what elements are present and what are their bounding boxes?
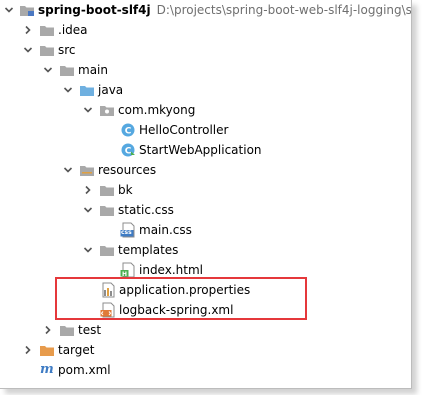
package-icon xyxy=(99,100,117,120)
tree-item-label: resources xyxy=(98,163,157,177)
tree-item-src[interactable]: src xyxy=(0,40,411,60)
tree-item-logback-xml[interactable]: logback-spring.xml xyxy=(0,300,411,320)
tree-item-label: HelloController xyxy=(139,123,229,137)
excluded-folder-icon xyxy=(39,340,57,360)
chevron-down-icon[interactable] xyxy=(23,40,37,60)
html-file-icon: H xyxy=(120,260,138,280)
svg-text:C: C xyxy=(125,127,132,137)
chevron-down-icon[interactable] xyxy=(43,60,57,80)
tree-item-label: index.html xyxy=(139,263,203,277)
tree-item-target[interactable]: target xyxy=(0,340,411,360)
tree-item-start-web-application[interactable]: C StartWebApplication xyxy=(0,140,411,160)
chevron-down-icon[interactable] xyxy=(83,240,97,260)
tree-item-label: test xyxy=(78,323,102,337)
tree-item-label: StartWebApplication xyxy=(139,143,262,157)
tree-item-main[interactable]: main xyxy=(0,60,411,80)
tree-item-label: java xyxy=(98,83,124,97)
tree-item-label: templates xyxy=(118,243,179,257)
tree-item-label: static.css xyxy=(118,203,174,217)
spring-class-icon: C xyxy=(120,140,138,160)
folder-icon xyxy=(59,60,77,80)
chevron-down-icon[interactable] xyxy=(83,100,97,120)
resources-folder-icon xyxy=(79,160,97,180)
tree-item-static-css[interactable]: static.css xyxy=(0,200,411,220)
properties-file-icon xyxy=(100,280,118,300)
tree-item-label: target xyxy=(58,343,95,357)
chevron-right-icon[interactable] xyxy=(83,180,97,200)
tree-item-label: .idea xyxy=(58,23,88,37)
chevron-right-icon[interactable] xyxy=(23,20,37,40)
module-folder-icon xyxy=(19,0,37,20)
folder-icon xyxy=(99,200,117,220)
folder-icon xyxy=(59,320,77,340)
tree-item-test[interactable]: test xyxy=(0,320,411,340)
tree-item-label: src xyxy=(58,43,76,57)
chevron-right-icon[interactable] xyxy=(43,320,57,340)
tree-item-hello-controller[interactable]: C HelloController xyxy=(0,120,411,140)
chevron-down-icon[interactable] xyxy=(83,200,97,220)
tree-item-label: main xyxy=(78,63,108,77)
xml-file-icon xyxy=(100,300,118,320)
tree-item-main-css[interactable]: css main.css xyxy=(0,220,411,240)
project-path: D:\projects\spring-boot-web-slf4j-loggin… xyxy=(156,3,412,17)
project-name: spring-boot-slf4j xyxy=(38,3,151,17)
chevron-right-icon[interactable] xyxy=(23,340,37,360)
maven-pom-icon: m xyxy=(40,362,54,377)
tree-item-label: logback-spring.xml xyxy=(119,303,234,317)
tree-item-templates[interactable]: templates xyxy=(0,240,411,260)
tree-item-pom-xml[interactable]: m pom.xml xyxy=(0,360,411,380)
folder-icon xyxy=(99,180,117,200)
project-tree: spring-boot-slf4j D:\projects\spring-boot… xyxy=(0,0,412,389)
tree-item-idea[interactable]: .idea xyxy=(0,20,411,40)
chevron-down-icon[interactable] xyxy=(4,0,18,20)
svg-text:H: H xyxy=(122,271,127,278)
chevron-down-icon[interactable] xyxy=(63,160,77,180)
tree-item-label: main.css xyxy=(139,223,192,237)
tree-item-bk[interactable]: bk xyxy=(0,180,411,200)
folder-icon xyxy=(99,240,117,260)
tree-item-index-html[interactable]: H index.html xyxy=(0,260,411,280)
svg-text:C: C xyxy=(125,147,132,157)
chevron-down-icon[interactable] xyxy=(63,80,77,100)
tree-item-project-root[interactable]: spring-boot-slf4j D:\projects\spring-boot… xyxy=(0,0,412,20)
tree-item-java[interactable]: java xyxy=(0,80,411,100)
folder-icon xyxy=(39,40,57,60)
tree-item-label: bk xyxy=(118,183,133,197)
tree-item-label: com.mkyong xyxy=(118,103,196,117)
folder-icon xyxy=(39,20,57,40)
tree-item-package[interactable]: com.mkyong xyxy=(0,100,411,120)
css-file-icon: css xyxy=(120,220,138,240)
tree-item-label: pom.xml xyxy=(58,363,111,377)
source-folder-icon xyxy=(79,80,97,100)
tree-item-label: application.properties xyxy=(119,283,251,297)
tree-item-resources[interactable]: resources xyxy=(0,160,411,180)
css-badge-text: css xyxy=(121,229,132,236)
java-class-icon: C xyxy=(120,120,138,140)
tree-item-application-properties[interactable]: application.properties xyxy=(0,280,411,300)
